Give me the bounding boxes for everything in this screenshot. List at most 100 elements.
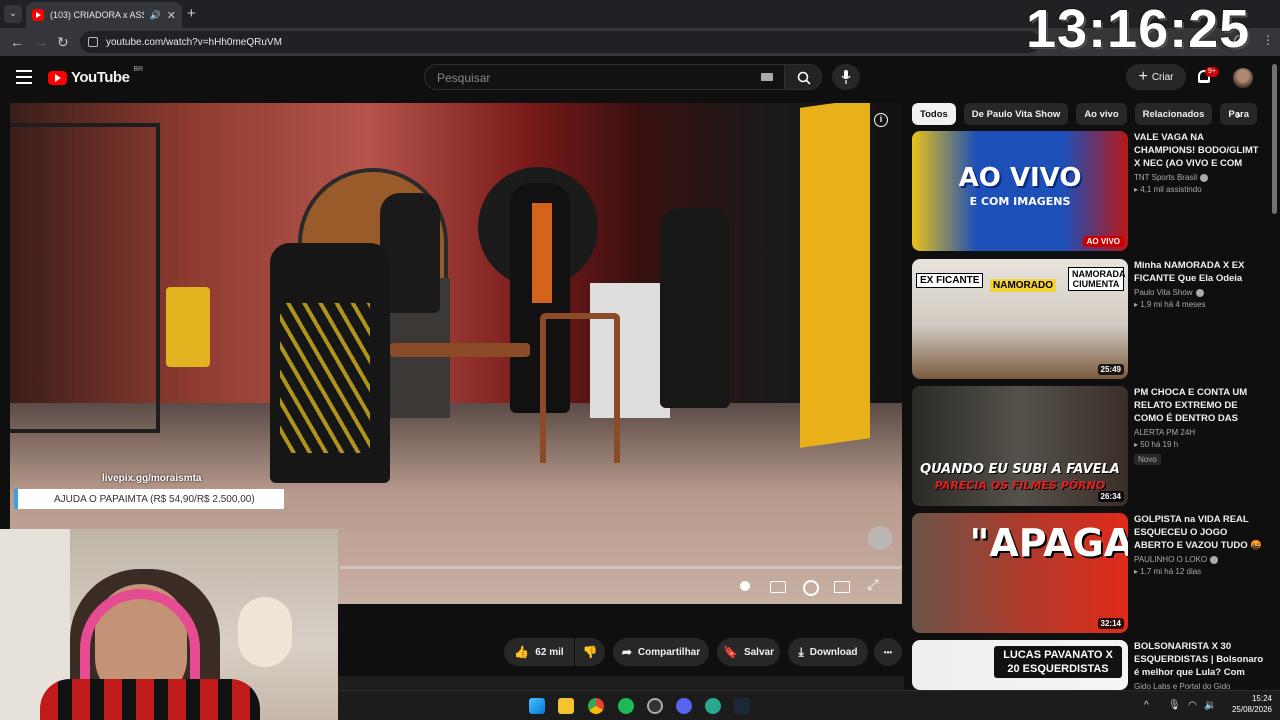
download-button[interactable]: ⤓ Download	[788, 638, 868, 666]
channel-watermark	[868, 526, 892, 550]
thumbs-up-icon: 👍	[514, 645, 530, 659]
new-tab-button[interactable]: +	[187, 5, 196, 22]
video-thumbnail[interactable]: EX FICANTE NAMORADO NAMORADA CIUMENTA 25…	[912, 259, 1128, 379]
browser-tab[interactable]: (103) CRIADORA x ASSINA... 🔊 ✕	[26, 2, 182, 28]
verified-check-icon	[1199, 173, 1208, 182]
chip-related[interactable]: Relacionados	[1134, 103, 1213, 125]
youtube-favicon-icon	[32, 9, 44, 21]
thumbnail-text: QUANDO EU SUBI A FAVELA	[920, 462, 1120, 477]
windows-start-icon[interactable]	[529, 698, 545, 714]
menu-icon[interactable]	[16, 70, 32, 88]
microphone-tray-icon[interactable]: 🎙	[1168, 700, 1181, 711]
url-text: youtube.com/watch?v=hHh0meQRuVM	[106, 36, 282, 48]
channel-name[interactable]: ALERTA PM 24H	[1134, 428, 1195, 437]
chip-channel[interactable]: De Paulo Vita Show	[963, 103, 1069, 125]
tab-search-icon[interactable]: ⌄	[4, 5, 22, 23]
share-label: Compartilhar	[637, 646, 701, 658]
xbox-icon[interactable]	[705, 698, 721, 714]
more-icon: •••	[883, 647, 893, 657]
video-thumbnail[interactable]: "APAGA! 32:14	[912, 513, 1128, 633]
video-title[interactable]: Minha NAMORADA X EX FICANTE Que Ela Odei…	[1134, 259, 1266, 285]
download-label: Download	[809, 646, 858, 658]
video-title[interactable]: PM CHOCA E CONTA UM RELATO EXTREMO DE CO…	[1134, 386, 1266, 425]
settings-gear-icon[interactable]	[799, 576, 819, 596]
share-button[interactable]: ➦ Compartilhar	[613, 638, 709, 666]
thumbnail-subtext: PARECIA OS FILMES PÔRNO	[934, 479, 1106, 492]
reload-icon[interactable]: ↻	[57, 34, 69, 50]
youtube-header: YouTube BR Pesquisar + Criar 9+	[0, 56, 1280, 100]
fullscreen-icon[interactable]: ⤢	[863, 576, 883, 596]
list-item[interactable]: LUCAS PAVANATO X 20 ESQUERDISTAS BOLSONA…	[912, 640, 1272, 690]
forward-arrow-icon[interactable]: →	[34, 34, 48, 50]
video-title[interactable]: VALE VAGA NA CHAMPIONS! BODO/GLIMT X NEC…	[1134, 131, 1266, 170]
audio-playing-icon[interactable]: 🔊	[150, 10, 161, 21]
streamer-webcam	[0, 529, 338, 720]
list-item[interactable]: EX FICANTE NAMORADO NAMORADA CIUMENTA 25…	[912, 259, 1272, 379]
autoplay-toggle-icon[interactable]	[735, 576, 755, 596]
region-code: BR	[133, 66, 144, 73]
video-title[interactable]: BOLSONARISTA X 30 ESQUERDISTAS | Bolsona…	[1134, 640, 1266, 679]
video-progress-bar[interactable]	[340, 566, 902, 569]
browser-menu-icon[interactable]: ⋮	[1262, 33, 1274, 47]
dislike-button[interactable]: 👎	[575, 638, 605, 666]
obs-icon[interactable]	[647, 698, 663, 714]
create-button[interactable]: + Criar	[1126, 64, 1186, 90]
back-arrow-icon[interactable]: ←	[10, 34, 24, 50]
site-info-icon[interactable]	[88, 37, 98, 47]
more-actions-button[interactable]: •••	[874, 638, 902, 666]
discord-icon[interactable]	[676, 698, 692, 714]
channel-name[interactable]: Paulo Vita Show	[1134, 288, 1193, 297]
channel-name[interactable]: Gido Labs e Portal do Gido	[1134, 682, 1231, 690]
thumbnail-label: NAMORADA CIUMENTA	[1068, 267, 1126, 291]
wifi-icon[interactable]: ◠	[1188, 700, 1197, 711]
overlay-clock: 13:16:25	[1026, 0, 1251, 59]
video-stats: 4,1 mil assistindo	[1140, 185, 1202, 194]
donation-goal-text: AJUDA O PAPAIMTA (R$ 54,90/R$ 2.500,00)	[54, 493, 255, 505]
chip-todos[interactable]: Todos	[912, 103, 956, 125]
thumbnail-subtext: E COM IMAGENS	[969, 195, 1071, 208]
taskbar-clock[interactable]: 15:24 25/08/2026	[1226, 693, 1272, 715]
duration-badge: 32:14	[1097, 618, 1124, 629]
list-item[interactable]: QUANDO EU SUBI A FAVELA PARECIA OS FILME…	[912, 386, 1272, 506]
file-explorer-icon[interactable]	[558, 698, 574, 714]
video-title[interactable]: GOLPISTA na VIDA REAL ESQUECEU O JOGO AB…	[1134, 513, 1266, 552]
theater-mode-icon[interactable]	[831, 576, 851, 596]
user-avatar[interactable]	[1233, 68, 1253, 88]
subtitles-icon[interactable]	[767, 576, 787, 596]
spotify-icon[interactable]	[618, 698, 634, 714]
create-label: Criar	[1151, 71, 1174, 83]
page-scrollbar[interactable]	[1272, 64, 1277, 214]
search-input[interactable]: Pesquisar	[424, 64, 784, 90]
chevron-right-icon[interactable]: ›	[1236, 106, 1241, 122]
video-stats: 1,9 mi há 4 meses	[1140, 300, 1206, 309]
video-info-icon[interactable]: i	[874, 113, 888, 127]
bookmark-icon: 🔖	[723, 645, 738, 659]
list-item[interactable]: "APAGA! 32:14 GOLPISTA na VIDA REAL ESQU…	[912, 513, 1272, 633]
youtube-logo[interactable]: YouTube BR	[48, 66, 144, 86]
save-button[interactable]: 🔖 Salvar	[717, 638, 780, 666]
player-controls: ⤢	[735, 575, 893, 597]
list-item[interactable]: AO VIVO E COM IMAGENS AO VIVO VALE VAGA …	[912, 131, 1272, 251]
address-bar[interactable]: youtube.com/watch?v=hHh0meQRuVM	[80, 31, 1040, 53]
voice-search-button[interactable]	[832, 64, 860, 90]
like-button[interactable]: 👍 62 mil	[504, 638, 574, 666]
search-button[interactable]	[784, 64, 822, 90]
chip-live[interactable]: Ao vivo	[1076, 103, 1127, 125]
youtube-play-icon	[48, 70, 67, 85]
volume-icon[interactable]: 🔉	[1204, 700, 1216, 711]
keyboard-icon[interactable]	[761, 73, 773, 81]
tray-chevron-up-icon[interactable]: ^	[1144, 700, 1149, 711]
steam-icon[interactable]	[734, 698, 750, 714]
like-count: 62 mil	[535, 646, 564, 658]
chrome-icon[interactable]	[588, 698, 604, 714]
thumbnail-text: "APAGA!	[969, 521, 1128, 565]
channel-name[interactable]: PAULINHO O LOKO	[1134, 555, 1207, 564]
channel-name[interactable]: TNT Sports Brasil	[1134, 173, 1197, 182]
tab-close-icon[interactable]: ✕	[167, 9, 176, 22]
new-badge: Novo	[1134, 454, 1161, 465]
video-thumbnail[interactable]: QUANDO EU SUBI A FAVELA PARECIA OS FILME…	[912, 386, 1128, 506]
video-thumbnail[interactable]: LUCAS PAVANATO X 20 ESQUERDISTAS	[912, 640, 1128, 690]
tab-title: (103) CRIADORA x ASSINA...	[50, 10, 144, 20]
thumbnail-text: AO VIVO	[958, 163, 1082, 193]
video-thumbnail[interactable]: AO VIVO E COM IMAGENS AO VIVO	[912, 131, 1128, 251]
